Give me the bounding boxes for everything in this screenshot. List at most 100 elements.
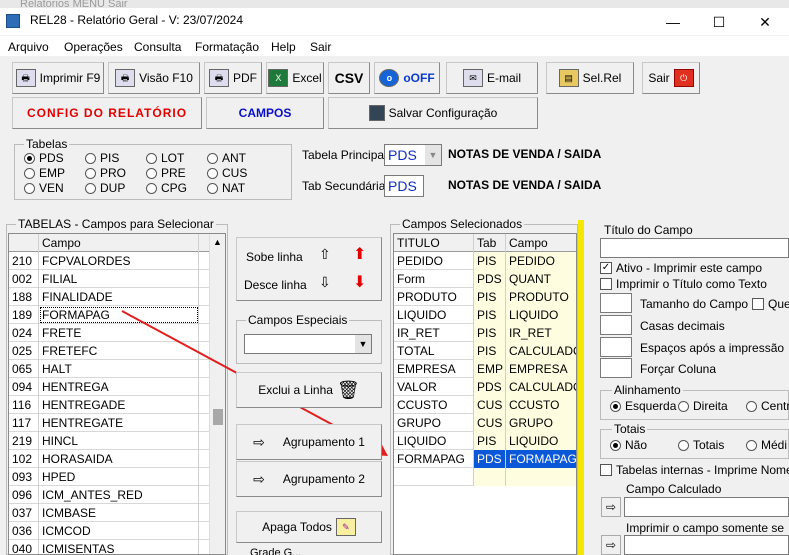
selected-titulo: LIQUIDO xyxy=(394,306,474,324)
empty-row[interactable] xyxy=(394,468,576,486)
selected-titulo: Form xyxy=(394,270,474,288)
empty-cell xyxy=(474,468,506,486)
radio-totais[interactable]: Totais xyxy=(678,438,724,452)
campos-especiais-select[interactable]: ▼ xyxy=(244,334,372,354)
trash-icon: 🗑 xyxy=(336,379,360,400)
espacos-input[interactable] xyxy=(600,337,632,357)
selected-campo: CCUSTO xyxy=(506,396,576,414)
selected-tab: CUS xyxy=(474,414,506,432)
agrupamento-1-label: Agrupamento 1 xyxy=(282,435,365,449)
agrupamento-2-button[interactable]: ⇨ Agrupamento 2 xyxy=(236,461,382,497)
selected-campo: LIQUIDO xyxy=(506,432,576,450)
selected-campo: LIQUIDO xyxy=(506,306,576,324)
exclui-linha-label: Exclui a Linha xyxy=(258,383,333,397)
move-buttons-panel: Sobe linha ⇧ ⬆ Desce linha ⇩ ⬇ xyxy=(236,237,382,301)
campo-calculado-label: Campo Calculado xyxy=(626,482,722,496)
selected-campo: CALCULADO_ xyxy=(506,342,576,360)
selected-campo: PRODUTO xyxy=(506,288,576,306)
imprimir-titulo-checkbox[interactable]: Imprimir o Título como Texto xyxy=(600,277,767,291)
selected-titulo: VALOR xyxy=(394,378,474,396)
radio-media[interactable]: Médi xyxy=(746,438,787,452)
radio-centro[interactable]: Centr xyxy=(746,399,789,413)
arrow-right-icon[interactable]: ⇨ xyxy=(601,497,621,517)
table-row[interactable]: LIQUIDO PIS LIQUIDO xyxy=(394,306,576,324)
casas-label: Casas decimais xyxy=(640,319,725,333)
titulo-campo-input[interactable] xyxy=(600,238,789,258)
selected-tab: PIS xyxy=(474,306,506,324)
agrupamento-1-button[interactable]: ⇨ Agrupamento 1 xyxy=(236,424,382,460)
eraser-icon: ✎ xyxy=(335,518,356,536)
arrow-right-icon[interactable]: ⇨ xyxy=(601,535,621,555)
selected-titulo: CCUSTO xyxy=(394,396,474,414)
radio-nao[interactable]: Não xyxy=(610,438,647,452)
agrupamento-2-label: Agrupamento 2 xyxy=(282,472,365,486)
selected-grid: TITULO Tab Campo PEDIDO PIS PEDIDO Form PDS Q… xyxy=(393,233,577,555)
totais-label: Totais xyxy=(612,422,648,436)
exclui-linha-button[interactable]: Exclui a Linha 🗑 xyxy=(236,372,382,408)
selected-titulo: IR_RET xyxy=(394,324,474,342)
campo-calculado-input[interactable] xyxy=(624,497,789,517)
table-row[interactable]: PEDIDO PIS PEDIDO xyxy=(394,252,576,270)
table-row[interactable]: PRODUTO PIS PRODUTO xyxy=(394,288,576,306)
grade-label-cut: Grade G... xyxy=(250,548,302,555)
que-checkbox[interactable]: Que xyxy=(752,297,789,311)
selected-campo: GRUPO xyxy=(506,414,576,432)
table-row[interactable]: Form PDS QUANT xyxy=(394,270,576,288)
titulo-campo-label: Título do Campo xyxy=(604,223,693,237)
alinhamento-label: Alinhamento xyxy=(612,383,683,397)
empty-cell xyxy=(506,468,576,486)
table-row[interactable]: TOTALPISCALCULADO_ xyxy=(394,342,576,360)
table-row[interactable]: EMPRESA EMP EMPRESA xyxy=(394,360,576,378)
campos-selecionados-label: Campos Selecionados xyxy=(400,217,525,231)
tab-column-header: Tab xyxy=(474,234,506,252)
forcar-input[interactable] xyxy=(600,358,632,378)
selected-tab: PIS xyxy=(474,252,506,270)
selected-titulo: FORMAPAG xyxy=(394,450,474,468)
selected-tab: PIS xyxy=(474,432,506,450)
sobe-linha-label: Sobe linha xyxy=(246,250,303,264)
arrow-down-red-icon[interactable]: ⬇ xyxy=(353,272,366,292)
ativo-checkbox[interactable]: ✓ Ativo - Imprimir este campo xyxy=(600,261,762,275)
arrow-up-red-icon[interactable]: ⬆ xyxy=(353,244,366,264)
selected-tab: PDS xyxy=(474,378,506,396)
table-row[interactable]: VALORPDSCALCULADO_ xyxy=(394,378,576,396)
forcar-label: Forçar Coluna xyxy=(640,362,717,376)
selected-campo: QUANT xyxy=(506,270,576,288)
desce-linha-label: Desce linha xyxy=(244,278,307,292)
selected-tab: PDS xyxy=(474,270,506,288)
selected-titulo: EMPRESA xyxy=(394,360,474,378)
selected-campo: IR_RET xyxy=(506,324,576,342)
table-row[interactable]: GRUPO CUS GRUPO xyxy=(394,414,576,432)
radio-direita[interactable]: Direita xyxy=(678,399,728,413)
titulo-column-header: TITULO xyxy=(394,234,474,252)
selected-titulo: LIQUIDO xyxy=(394,432,474,450)
yellow-divider xyxy=(578,220,584,555)
tabelas-internas-checkbox[interactable]: Tabelas internas - Imprime Nome xyxy=(600,463,789,477)
selected-tab: PIS xyxy=(474,288,506,306)
table-row[interactable]: CCUSTO CUS CCUSTO xyxy=(394,396,576,414)
table-row[interactable]: FORMAPAG PDS FORMAPAG xyxy=(394,450,576,468)
espacos-label: Espaços após a impressão xyxy=(640,341,785,355)
casas-input[interactable] xyxy=(600,315,632,335)
arrow-down-outline-icon[interactable]: ⇩ xyxy=(319,274,331,291)
table-row[interactable]: IR_RET PIS IR_RET xyxy=(394,324,576,342)
apaga-todos-button[interactable]: Apaga Todos ✎ xyxy=(236,511,382,543)
arrow-up-outline-icon[interactable]: ⇧ xyxy=(319,246,331,263)
tamanho-input[interactable] xyxy=(600,293,632,313)
selected-titulo: PEDIDO xyxy=(394,252,474,270)
selected-tab: PDS xyxy=(474,450,506,468)
selected-titulo: GRUPO xyxy=(394,414,474,432)
selected-titulo: PRODUTO xyxy=(394,288,474,306)
chevron-down-icon[interactable]: ▼ xyxy=(355,335,371,353)
selected-grid-header: TITULO Tab Campo xyxy=(394,234,576,252)
selected-campo: PEDIDO xyxy=(506,252,576,270)
imprimir-somente-input[interactable] xyxy=(624,535,789,555)
campo-column-header: Campo xyxy=(506,234,576,252)
selected-campo: EMPRESA xyxy=(506,360,576,378)
selected-campo: CALCULADO_ xyxy=(506,378,576,396)
selected-titulo: TOTAL xyxy=(394,342,474,360)
selected-tab: CUS xyxy=(474,396,506,414)
radio-esquerda[interactable]: Esquerda xyxy=(610,399,676,413)
apaga-todos-label: Apaga Todos xyxy=(262,520,332,534)
table-row[interactable]: LIQUIDO PIS LIQUIDO xyxy=(394,432,576,450)
